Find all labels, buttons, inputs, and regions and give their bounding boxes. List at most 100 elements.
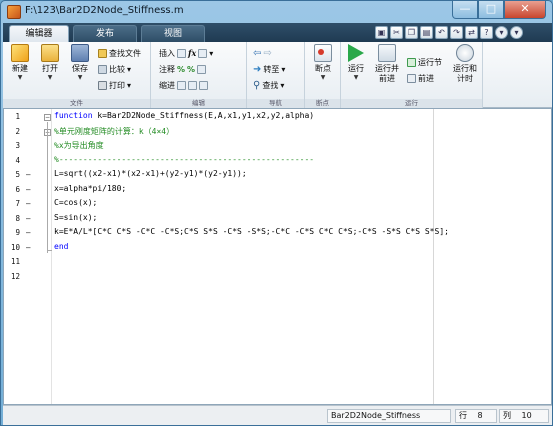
undo-quick-icon[interactable]: ↶ [435, 26, 448, 39]
code-line[interactable]: L=sqrt((x2-x1)*(x2-x1)+(y2-y1)*(y2-y1)); [54, 169, 247, 178]
run-label: 运行 [348, 64, 364, 73]
open-label: 打开 [42, 64, 58, 73]
switch-window-icon[interactable]: ⇄ [465, 26, 478, 39]
status-column: 列 10 [499, 409, 549, 423]
fold-collapse-icon[interactable]: − [44, 114, 51, 121]
breakpoint-slot[interactable]: – [26, 199, 32, 208]
wrap-comment-icon[interactable] [197, 64, 207, 74]
comment-token: %x为导出角度 [54, 141, 104, 150]
forward-arrow-icon[interactable]: ⇨ [263, 48, 271, 59]
compare-label: 比较 [109, 64, 125, 74]
breakpoints-button[interactable]: 断点 ▼ [310, 44, 336, 81]
chevron-down-icon: ▾ [127, 64, 132, 74]
tab-editor[interactable]: 编辑器 [9, 25, 69, 42]
breakpoint-slot[interactable]: – [26, 228, 32, 237]
comment-button[interactable]: 注释 % % [159, 63, 207, 75]
breakpoints-label: 断点 [315, 64, 331, 73]
save-label: 保存 [72, 64, 88, 73]
run-and-time-button[interactable]: 运行和计时 [449, 44, 481, 84]
row-label: 行 [459, 411, 467, 420]
percent-comment-icon[interactable]: % [177, 65, 185, 74]
chevron-down-icon: ▾ [127, 80, 132, 90]
ribbon-tab-strip: 编辑器 发布 视图 ▣ ✂ ❐ ▤ ↶ ↷ ⇄ ? ▾ ▾ [3, 23, 552, 42]
run-button[interactable]: 运行 ▼ [343, 44, 369, 81]
redo-quick-icon[interactable]: ↷ [450, 26, 463, 39]
printer-icon [98, 80, 107, 90]
window-title: F:\123\Bar2D2Node_Stiffness.m [25, 5, 184, 16]
percent-uncomment-icon[interactable]: % [187, 65, 195, 74]
code-line[interactable]: x=alpha*pi/180; [54, 184, 126, 193]
keyword-token: end [54, 241, 69, 251]
ribbon-toolbar: 新建 ▼ 打开 ▼ 保存 ▼ 查找文件 比较 ▾ 打印 ▾ 文件 插入 fx ▾… [3, 42, 552, 108]
ribbon-group-run: 运行 ▼ 运行并前进 运行节 前进 运行和计时 运行 [341, 42, 483, 108]
line-number: 4 [15, 155, 20, 165]
code-line[interactable]: k=E*A/L*[C*C C*S -C*C -C*S;C*S S*S -C*S … [54, 227, 449, 236]
cut-quick-icon[interactable]: ✂ [390, 26, 403, 39]
print-button[interactable]: 打印 ▾ [98, 79, 131, 91]
smart-indent-icon[interactable] [177, 80, 186, 90]
breakpoint-icon [314, 44, 332, 62]
help-quick-icon[interactable]: ? [480, 26, 493, 39]
col-label: 列 [503, 411, 511, 420]
tab-view[interactable]: 视图 [141, 25, 205, 42]
options-dropdown-icon[interactable]: ▾ [495, 26, 508, 39]
advance-label: 前进 [418, 73, 434, 83]
goto-button[interactable]: ➜ 转至 ▾ [253, 63, 285, 75]
line-number: 12 [10, 271, 20, 281]
run-section-label: 运行节 [418, 57, 442, 67]
minimize-button[interactable]: — [452, 1, 478, 19]
new-button[interactable]: 新建 ▼ [7, 44, 33, 81]
ribbon-group-file: 新建 ▼ 打开 ▼ 保存 ▼ 查找文件 比较 ▾ 打印 ▾ 文件 [3, 42, 151, 108]
fx-function-icon[interactable]: fx [188, 48, 196, 58]
find-files-icon [98, 48, 107, 58]
advance-button[interactable]: 前进 [407, 72, 434, 84]
save-button[interactable]: 保存 ▼ [67, 44, 93, 81]
insert-button[interactable]: 插入 fx ▾ [159, 47, 213, 59]
run-play-icon [348, 44, 364, 62]
code-line[interactable]: end [54, 242, 68, 251]
run-section-button[interactable]: 运行节 [407, 56, 442, 68]
tab-publish[interactable]: 发布 [73, 25, 137, 42]
save-quick-icon[interactable]: ▣ [375, 26, 388, 39]
run-advance-button[interactable]: 运行并前进 [371, 44, 403, 84]
copy-quick-icon[interactable]: ❐ [405, 26, 418, 39]
back-arrow-icon[interactable]: ⇦ [253, 48, 261, 59]
line-number-gutter: 1−2−345–6–7–8–9–10–1112 [4, 109, 52, 404]
code-line[interactable]: %---------------------------------------… [54, 155, 314, 164]
code-line[interactable]: %单元刚度矩阵的计算：k（4×4） [54, 126, 174, 137]
new-label: 新建 [12, 64, 28, 73]
function-fold-end [47, 249, 52, 251]
find-button[interactable]: ⚲ 查找 ▾ [253, 79, 284, 91]
code-line[interactable]: %x为导出角度 [54, 140, 104, 151]
code-editor[interactable]: 1−2−345–6–7–8–9–10–1112 function k=Bar2D… [3, 108, 552, 405]
indent-label: 缩进 [159, 80, 175, 90]
window-controls: — □ ✕ [452, 1, 546, 19]
line-number: 9 [15, 228, 20, 237]
indent-button[interactable]: 缩进 [159, 79, 208, 91]
advance-icon [407, 73, 416, 83]
code-line[interactable]: S=sin(x); [54, 213, 97, 222]
find-files-button[interactable]: 查找文件 [98, 47, 141, 59]
paste-quick-icon[interactable]: ▤ [420, 26, 433, 39]
line-number: 8 [15, 213, 20, 223]
breakpoint-slot[interactable]: – [26, 170, 32, 179]
chevron-down-icon: ▾ [209, 48, 214, 58]
chevron-down-icon: ▾ [280, 80, 285, 90]
breakpoint-slot[interactable]: – [26, 214, 32, 223]
chevron-down-icon: ▼ [77, 74, 83, 81]
comment-fold-guide [47, 136, 48, 166]
breakpoint-slot[interactable]: – [26, 185, 32, 194]
compare-icon [98, 64, 107, 74]
new-file-icon [11, 44, 29, 62]
increase-indent-icon[interactable] [188, 80, 197, 90]
maximize-button[interactable]: □ [478, 1, 504, 19]
goto-label: 转至 [263, 64, 280, 74]
code-line[interactable]: function k=Bar2D2Node_Stiffness(E,A,x1,y… [54, 111, 314, 120]
code-line[interactable]: C=cos(x); [54, 198, 97, 207]
settings-dropdown-icon[interactable]: ▾ [510, 26, 523, 39]
breakpoint-slot[interactable]: – [26, 243, 32, 252]
decrease-indent-icon[interactable] [199, 80, 208, 90]
compare-button[interactable]: 比较 ▾ [98, 63, 131, 75]
open-button[interactable]: 打开 ▼ [37, 44, 63, 81]
close-button[interactable]: ✕ [504, 1, 546, 19]
